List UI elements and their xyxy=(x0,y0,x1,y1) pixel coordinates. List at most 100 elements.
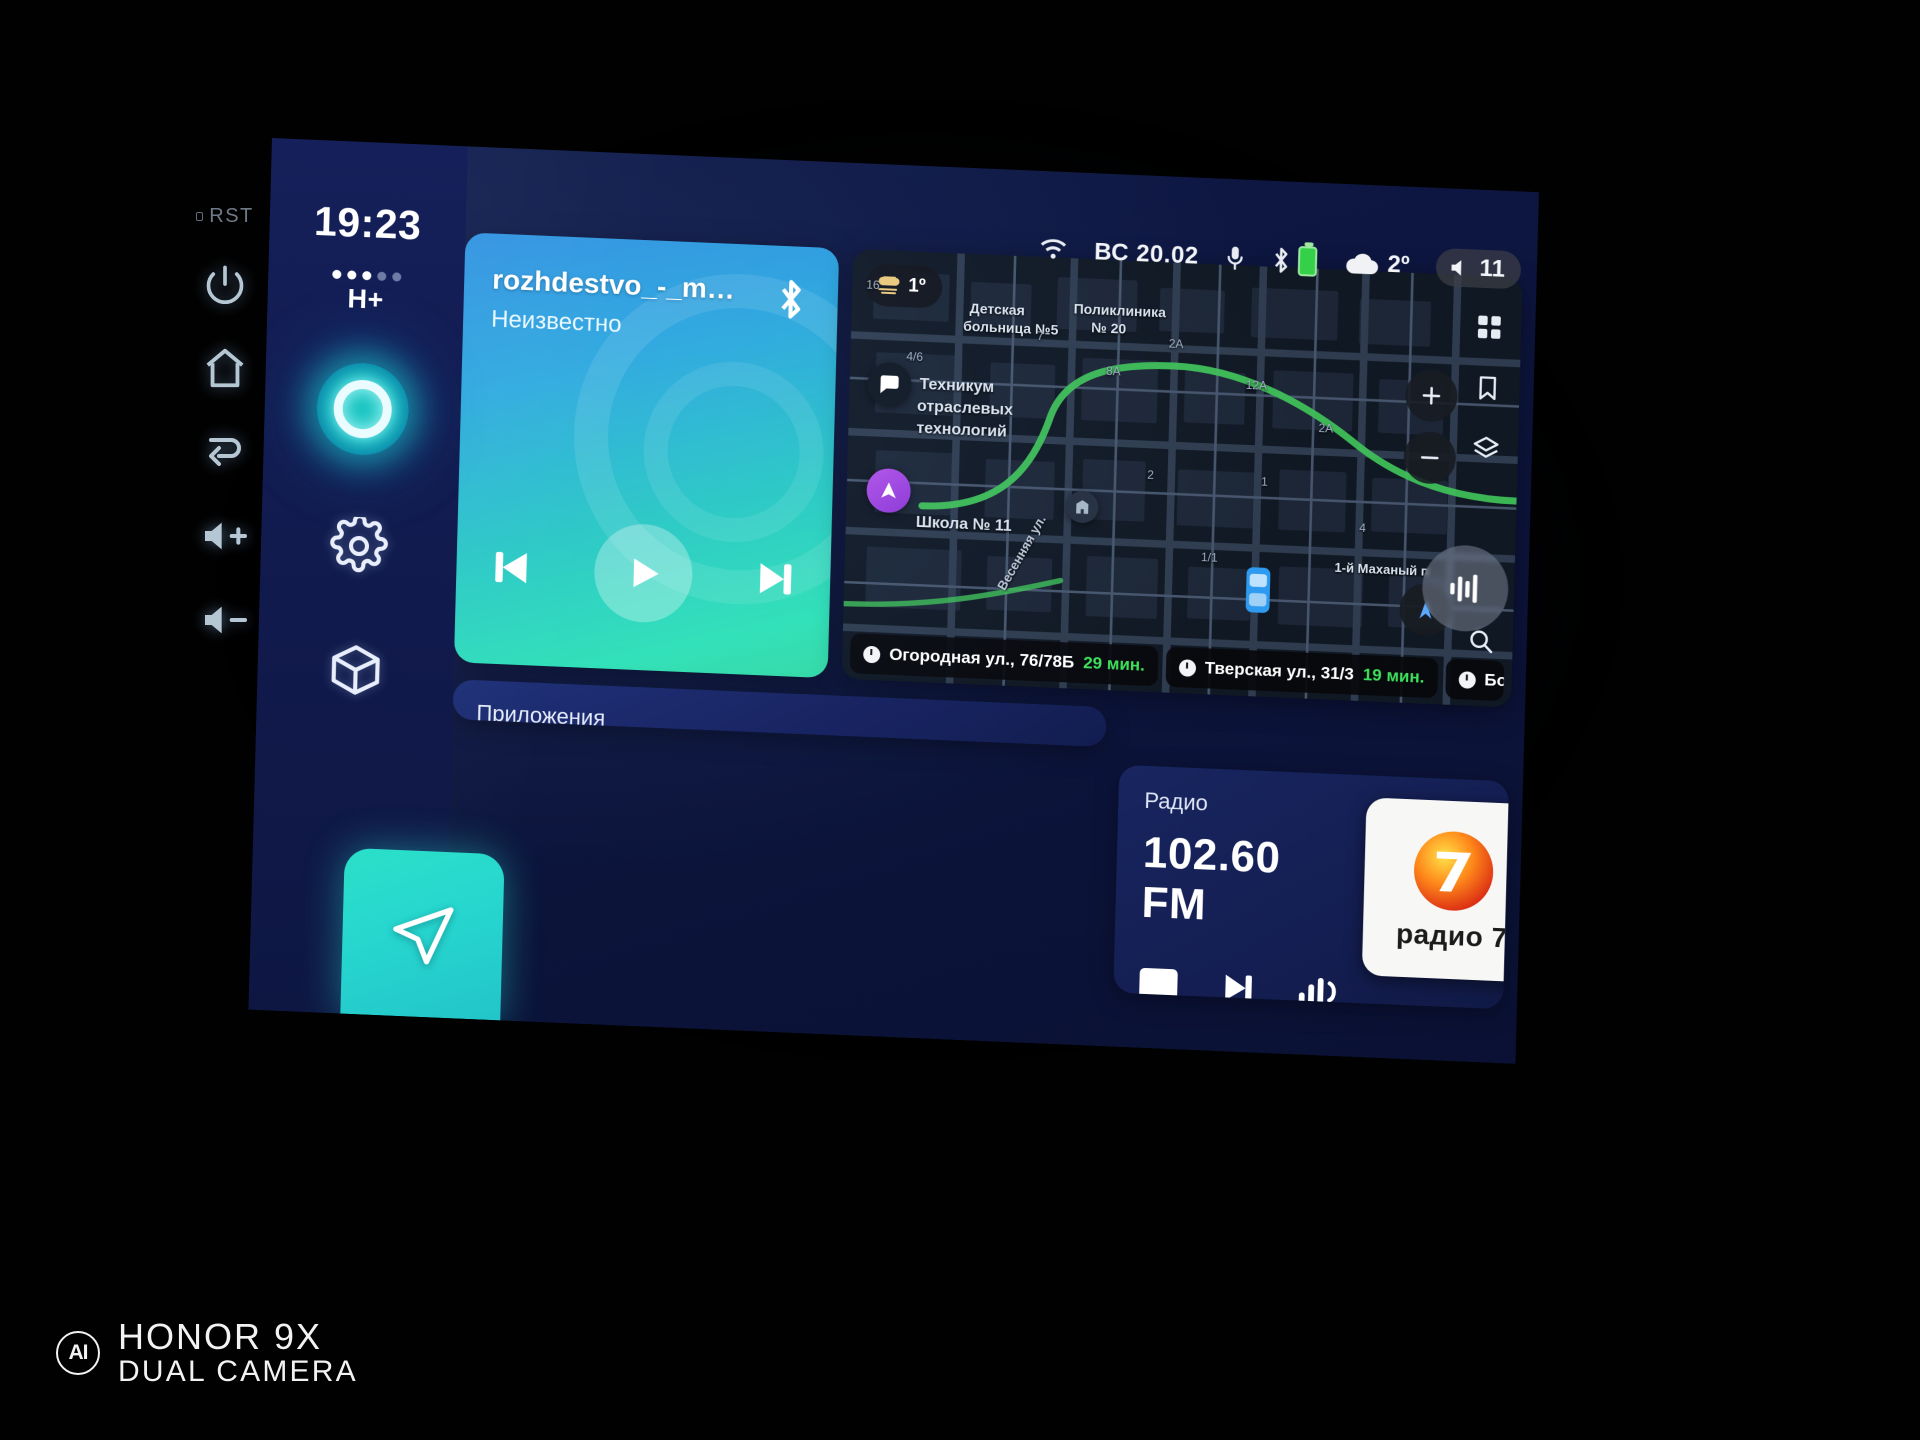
home-button[interactable] xyxy=(183,326,267,410)
radio-stop-button[interactable] xyxy=(1138,967,1178,1007)
back-arrow-icon xyxy=(209,438,241,466)
sidebar-clock: 19:23 xyxy=(313,197,422,249)
wifi-icon xyxy=(1040,239,1067,259)
map-weather-temp: 1º xyxy=(907,275,927,298)
assistant-ring-icon xyxy=(332,378,393,440)
reset-label: RST xyxy=(209,205,254,227)
radio-next-button[interactable] xyxy=(1215,965,1260,1009)
map-layers-button[interactable] xyxy=(1470,434,1501,470)
navigation-launcher-button[interactable] xyxy=(340,847,505,1023)
plus-icon xyxy=(1422,386,1441,405)
radio-station-logo[interactable]: радио 7 xyxy=(1361,797,1510,983)
signal-strength-dots xyxy=(331,269,401,282)
music-source-bluetooth[interactable] xyxy=(773,276,808,328)
sidebar-item-apps-cube[interactable] xyxy=(322,636,390,705)
play-pause-button[interactable] xyxy=(593,522,694,625)
radio-equalizer-button[interactable] xyxy=(1297,971,1342,1010)
equalizer-icon xyxy=(1298,977,1336,1007)
radio-controls xyxy=(1138,962,1342,1010)
map-zoom-in-button[interactable] xyxy=(1404,368,1459,423)
watermark-camera: DUAL CAMERA xyxy=(118,1355,358,1389)
apps-panel-title: Приложения xyxy=(476,700,606,731)
cloud-icon xyxy=(1345,253,1378,275)
bluetooth-icon xyxy=(781,280,801,319)
previous-track-button[interactable] xyxy=(486,541,539,595)
power-icon xyxy=(206,265,244,304)
next-track-icon xyxy=(759,563,792,595)
speaker-icon xyxy=(1451,260,1461,276)
reset-button[interactable]: RST xyxy=(196,205,254,228)
building-icon xyxy=(1076,500,1089,514)
microphone-indicator[interactable] xyxy=(1224,244,1245,273)
map-zoom-controls xyxy=(1398,287,1461,691)
watermark-device: HONOR 9X xyxy=(118,1316,323,1358)
settings-gear-icon xyxy=(330,515,388,573)
screen-sidebar: 19:23 H+ xyxy=(248,138,505,1023)
camera-watermark: AI HONOR 9X DUAL CAMERA xyxy=(56,1316,358,1389)
battery-icon xyxy=(1297,245,1317,277)
route-eta: 29 мин. xyxy=(1082,653,1146,675)
volume-down-button[interactable] xyxy=(183,578,267,662)
map-zoom-out-button[interactable] xyxy=(1403,430,1457,485)
cube-3d-icon xyxy=(331,645,380,695)
volume-up-button[interactable] xyxy=(183,494,267,578)
voice-assistant-button[interactable] xyxy=(315,361,410,458)
previous-track-icon xyxy=(495,551,527,584)
volume-down-icon xyxy=(205,606,247,634)
music-transport-controls xyxy=(455,516,831,630)
navigation-arrow-icon xyxy=(393,907,454,965)
status-date: ВС 20.02 xyxy=(1093,238,1200,270)
clock-icon xyxy=(863,645,881,663)
radio-panel[interactable]: Радио 102.60 FM радио 7 xyxy=(1113,764,1510,1010)
sidebar-item-settings[interactable] xyxy=(325,512,393,581)
home-content: rozhdestvo_-_mol... Неизвестно 1º Детска… xyxy=(446,232,1523,1010)
music-player-card[interactable]: rozhdestvo_-_mol... Неизвестно xyxy=(453,232,840,679)
volume-indicator[interactable]: 11 xyxy=(1435,247,1522,290)
minus-icon xyxy=(1420,456,1439,460)
signal-dot xyxy=(361,270,371,281)
map-search-button[interactable] xyxy=(1466,626,1495,660)
map-house-number: 16 xyxy=(866,277,880,293)
reset-pinhole-icon xyxy=(196,212,204,221)
route-eta: 19 мин. xyxy=(1362,665,1425,687)
bookmark-icon xyxy=(1479,376,1497,401)
map-house-number: 7 xyxy=(1036,328,1044,344)
radio7-logo-icon xyxy=(1414,831,1494,911)
apps-grid-icon xyxy=(1477,315,1501,339)
chat-bubble-icon xyxy=(880,375,899,394)
map-apps-grid-button[interactable] xyxy=(1474,312,1505,348)
map-house-number: 4 xyxy=(1358,520,1367,536)
sound-wave-icon xyxy=(1450,574,1478,603)
apps-panel: Приложения Видео xyxy=(452,679,1107,748)
clock-icon xyxy=(1458,670,1476,689)
signal-indicator: H+ xyxy=(331,269,401,317)
volume-up-icon xyxy=(205,522,247,550)
map-house-number: 8А xyxy=(1105,363,1121,379)
map-bookmark-button[interactable] xyxy=(1473,373,1502,409)
wifi-indicator[interactable] xyxy=(1038,238,1069,263)
route-address: Огородная ул., 76/78Б xyxy=(889,644,1075,672)
volume-value: 11 xyxy=(1479,254,1506,283)
ai-badge-icon: AI xyxy=(56,1331,100,1376)
signal-dot xyxy=(331,269,341,280)
radio-label: Радио xyxy=(1144,787,1209,816)
radio-station-name: радио 7 xyxy=(1395,917,1509,954)
map-house-number: 1 xyxy=(1260,474,1268,489)
back-button[interactable] xyxy=(183,410,267,494)
route-chip[interactable]: Большая xyxy=(1444,658,1505,702)
weather-indicator[interactable]: 2º xyxy=(1342,249,1410,280)
map-house-number: 12А xyxy=(1245,377,1268,393)
map-house-number: 2А xyxy=(1168,336,1184,352)
power-button[interactable] xyxy=(183,242,267,326)
bluetooth-icon xyxy=(1274,247,1287,273)
route-address: Большая xyxy=(1484,670,1505,693)
network-type-label: H+ xyxy=(347,283,385,315)
bluetooth-battery-group[interactable] xyxy=(1270,245,1317,277)
navigation-map-card[interactable]: 1º Детская больница №5 Поликлиника № 20 … xyxy=(841,248,1523,708)
signal-dot xyxy=(391,272,401,282)
ai-badge-text: AI xyxy=(68,1341,89,1365)
signal-dot xyxy=(346,270,356,280)
next-track-button[interactable] xyxy=(748,552,801,606)
clock-icon xyxy=(1178,658,1197,677)
radio-info: Радио 102.60 FM xyxy=(1138,787,1347,1010)
